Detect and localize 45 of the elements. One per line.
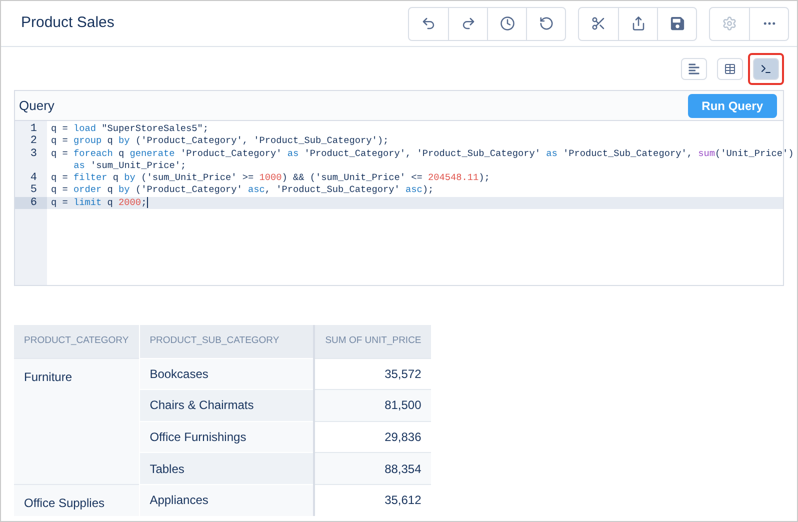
settings-icon: [722, 16, 737, 31]
table-cell: 88,354: [314, 452, 432, 484]
terminal-icon: [760, 63, 772, 75]
table-cell: Appliances: [139, 484, 314, 516]
table-cell: Office Supplies: [14, 484, 140, 516]
scissors-icon: [591, 16, 606, 31]
view-toggle-button[interactable]: [717, 58, 743, 80]
code-line: q = foreach q generate 'Product_Category' as 'Product_Category', 'Product_Sub_Category' as 'Product_Sub_Category', sum('Unit_Price'): [51, 148, 794, 160]
column-header: SUM OF UNIT_PRICE: [314, 325, 432, 358]
view-toggle-button[interactable]: [681, 58, 707, 80]
lines-icon: [688, 63, 700, 75]
table-cell: 35,572: [314, 358, 432, 390]
table-cell: Furniture: [14, 358, 140, 484]
code-line: as 'sum_Unit_Price';: [72, 160, 188, 172]
line-number: 6: [15, 196, 47, 210]
table-cell: Chairs & Chairmats: [139, 390, 314, 422]
table-cell: 81,500: [314, 390, 432, 422]
table-cell: Bookcases: [139, 358, 314, 390]
table-cell: 29,836: [314, 421, 432, 453]
code-line: q = group q by ('Product_Category', 'Product_Sub_Category');: [51, 135, 389, 148]
clock-icon: [500, 16, 514, 31]
page-title: Product Sales: [21, 13, 114, 34]
table-cell: Office Furnishings: [139, 421, 314, 453]
panel-title: Query: [19, 96, 54, 115]
table-cell: Tables: [139, 452, 314, 484]
undo-icon: [421, 16, 436, 31]
table-cell: 35,612: [314, 484, 432, 516]
line-number: 2: [29, 135, 38, 148]
redo-icon: [460, 16, 476, 31]
code-line: q = load "SuperStoreSales5";: [51, 123, 209, 136]
line-number: 5: [29, 184, 38, 197]
code-line: q = filter q by ('sum_Unit_Price' >= 1000) && ('sum_Unit_Price' <= 204548.11);: [51, 172, 490, 184]
line-number: 4: [29, 172, 38, 184]
save-icon: [670, 16, 684, 31]
column-header: PRODUCT_CATEGORY: [14, 325, 140, 358]
run-query-button[interactable]: Run Query: [688, 94, 777, 118]
column-header: PRODUCT_SUB_CATEGORY: [139, 325, 314, 358]
share-icon: [630, 16, 646, 31]
rotate-left-icon: [538, 16, 554, 31]
view-toggle-button[interactable]: [753, 58, 779, 80]
table-icon: [724, 63, 736, 75]
code-line: q = limit q 2000;: [51, 196, 148, 210]
line-number: 3: [29, 148, 38, 162]
code-line: q = order q by ('Product_Category' asc, 'Product_Sub_Category' asc);: [51, 184, 434, 197]
line-number: 1: [29, 123, 38, 136]
